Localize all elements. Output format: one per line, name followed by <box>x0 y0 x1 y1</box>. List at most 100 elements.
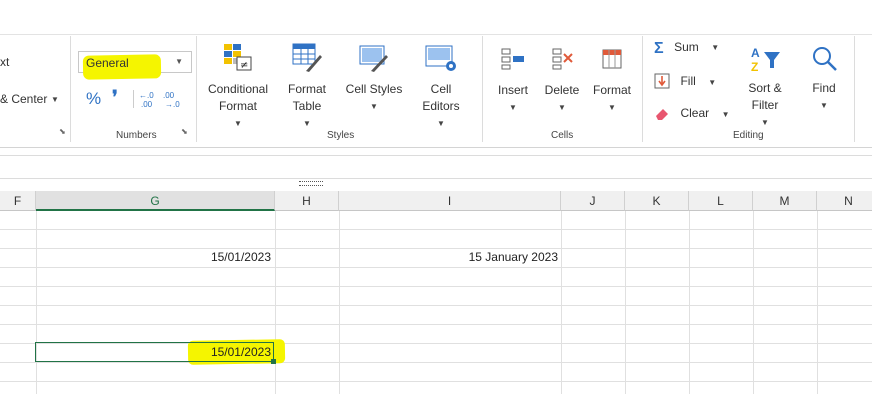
chevron-down-icon: ▼ <box>370 102 378 111</box>
delete-cells-icon <box>552 48 573 70</box>
column-header-g[interactable]: G <box>36 191 275 211</box>
format-table-icon <box>292 43 322 72</box>
chevron-down-icon: ▼ <box>509 103 517 112</box>
col-gridline <box>817 211 818 394</box>
group-divider <box>70 36 71 142</box>
format-cells-icon <box>602 49 622 69</box>
row-gridline <box>0 248 872 249</box>
styles-group-label: Styles <box>327 130 355 141</box>
col-gridline <box>339 211 340 394</box>
group-divider <box>133 90 134 108</box>
column-header-l[interactable]: L <box>689 191 753 211</box>
editing-group-label: Editing <box>733 130 764 141</box>
row-gridline <box>0 286 872 287</box>
formula-bar[interactable] <box>0 155 872 179</box>
format-table-button[interactable]: Format Table ▼ <box>282 43 332 132</box>
fill-handle[interactable] <box>271 359 276 364</box>
clear-label: Clear <box>680 106 710 120</box>
svg-text:A: A <box>751 46 760 60</box>
chevron-down-icon: ▼ <box>721 110 730 119</box>
cell-editors-icon <box>425 45 456 71</box>
conditional-format-button[interactable]: ≠ Conditional Format ▼ <box>206 43 270 132</box>
format-table-label-2: Table <box>292 99 322 113</box>
col-gridline <box>275 211 276 394</box>
conditional-format-label-1: Conditional <box>207 82 269 96</box>
group-divider <box>854 36 855 142</box>
cell-styles-label: Cell Styles <box>345 82 403 96</box>
format-table-label-1: Format <box>287 82 326 96</box>
cell-g-date[interactable]: 15/01/2023 <box>36 250 271 264</box>
insert-label: Insert <box>497 83 528 97</box>
row-gridline <box>0 381 872 382</box>
sum-button[interactable]: Σ Sum ▼ <box>654 40 719 60</box>
chevron-down-icon: ▼ <box>437 119 445 128</box>
svg-text:←.0: ←.0 <box>139 91 154 100</box>
col-gridline <box>561 211 562 394</box>
sort-filter-label-2: Filter <box>751 98 779 112</box>
decrease-decimal-icon[interactable]: .00 →.0 <box>163 90 183 108</box>
chevron-down-icon: ▼ <box>708 78 717 87</box>
sort-filter-label-1: Sort & <box>748 81 782 95</box>
row-gridline <box>0 362 872 363</box>
merge-center-button[interactable]: & Center <box>0 92 47 106</box>
numbers-group-label: Numbers <box>116 130 157 141</box>
cell-editors-label-2: Editors <box>422 99 460 113</box>
active-cell-value[interactable]: 15/01/2023 <box>36 345 271 359</box>
cell-styles-icon <box>359 45 388 72</box>
format-cells-button[interactable]: Format ▼ <box>592 46 632 116</box>
find-button[interactable]: Find ▼ <box>806 44 842 114</box>
chevron-down-icon[interactable]: ▼ <box>175 57 183 66</box>
conditional-format-icon: ≠ <box>224 44 252 71</box>
ribbon-bottom-border <box>0 147 872 148</box>
column-header-i[interactable]: I <box>339 191 561 211</box>
numbers-dialog-launcher-icon[interactable]: ⬊ <box>181 127 188 136</box>
number-format-dropdown[interactable]: General ▼ <box>78 51 192 80</box>
chevron-down-icon: ▼ <box>234 119 242 128</box>
svg-text:→.0: →.0 <box>165 100 180 108</box>
group-divider <box>196 36 197 142</box>
column-header-m[interactable]: M <box>753 191 817 211</box>
cell-styles-button[interactable]: Cell Styles ▼ <box>344 43 404 115</box>
increase-decimal-icon[interactable]: ←.0 .00 <box>139 90 159 108</box>
clear-button[interactable]: Clear ▼ <box>654 104 730 124</box>
col-gridline <box>625 211 626 394</box>
number-format-value: General <box>86 56 129 70</box>
percent-style-button[interactable]: % <box>86 89 101 109</box>
column-header-h[interactable]: H <box>275 191 339 211</box>
cell-i-date-long[interactable]: 15 January 2023 <box>339 250 558 264</box>
chevron-down-icon: ▼ <box>820 101 828 110</box>
chevron-down-icon: ▼ <box>558 103 566 112</box>
column-header-f[interactable]: F <box>0 191 36 211</box>
sort-filter-button[interactable]: A Z Sort & Filter ▼ <box>740 44 790 131</box>
find-label: Find <box>812 81 836 95</box>
chevron-down-icon[interactable]: ▼ <box>51 95 59 104</box>
row-gridline <box>0 229 872 230</box>
delete-button[interactable]: Delete ▼ <box>542 46 582 116</box>
row-gridline <box>0 324 872 325</box>
cells-group-label: Cells <box>551 130 574 141</box>
insert-button[interactable]: Insert ▼ <box>493 46 533 116</box>
delete-label: Delete <box>544 83 580 97</box>
col-gridline <box>36 211 37 394</box>
chevron-down-icon: ▼ <box>711 43 720 52</box>
wrap-text-button[interactable]: xt <box>0 55 9 69</box>
svg-text:≠: ≠ <box>240 60 248 71</box>
alignment-dialog-launcher-icon[interactable]: ⬊ <box>59 127 66 136</box>
comma-style-button[interactable]: ❜ <box>112 87 118 108</box>
sigma-icon: Σ <box>654 40 664 57</box>
column-header-j[interactable]: J <box>561 191 625 211</box>
sort-filter-icon: A Z <box>751 46 780 74</box>
row-gridline <box>0 305 872 306</box>
resize-grip-icon[interactable] <box>299 181 323 186</box>
column-header-k[interactable]: K <box>625 191 689 211</box>
format-label: Format <box>592 83 631 97</box>
search-icon <box>813 47 837 71</box>
ribbon-top-border <box>0 34 872 35</box>
column-header-n[interactable]: N <box>817 191 872 211</box>
fill-button[interactable]: Fill ▼ <box>654 72 716 92</box>
chevron-down-icon: ▼ <box>303 119 311 128</box>
col-gridline <box>753 211 754 394</box>
row-gridline <box>0 267 872 268</box>
cell-editors-button[interactable]: Cell Editors ▼ <box>416 43 466 132</box>
svg-text:Z: Z <box>751 60 758 74</box>
